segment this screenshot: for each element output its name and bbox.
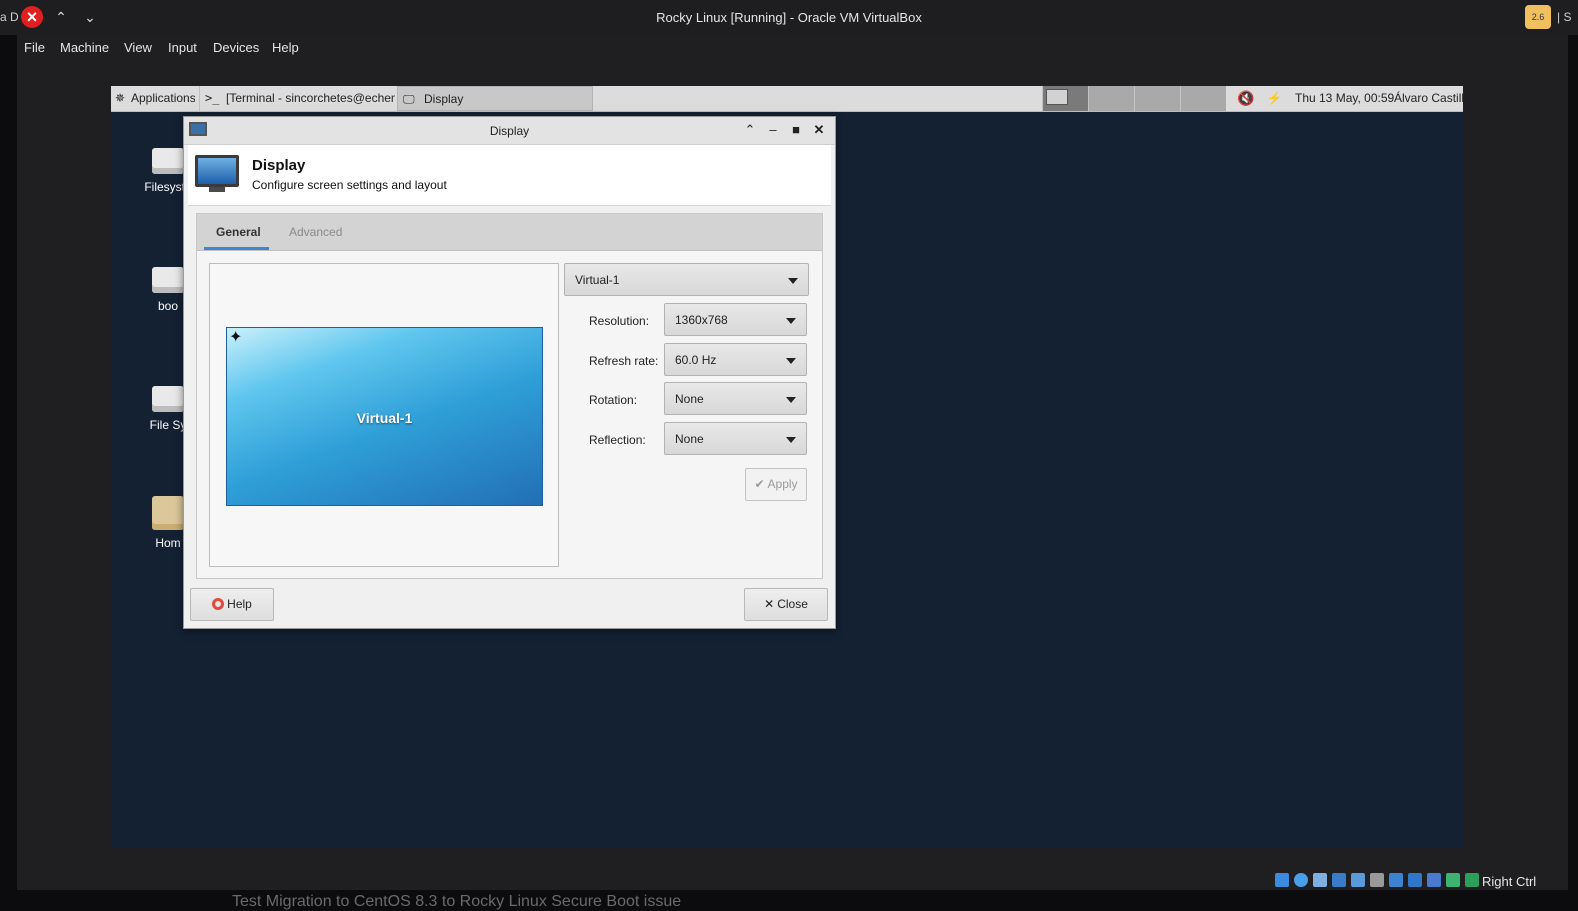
- reflection-label: Reflection:: [589, 433, 646, 447]
- terminal-icon: >_: [205, 91, 220, 105]
- dropdown-arrow-icon: [786, 358, 796, 364]
- output-value: Virtual-1: [575, 273, 620, 287]
- output-select[interactable]: Virtual-1: [564, 263, 809, 296]
- workspace-4[interactable]: [1180, 86, 1226, 111]
- applications-menu-button[interactable]: ✵ Applications: [111, 86, 195, 111]
- virtualization-icon[interactable]: [1427, 873, 1441, 887]
- power-icon[interactable]: ⚡: [1267, 86, 1282, 111]
- host-window-title: Rocky Linux [Running] - Oracle VM Virtua…: [656, 10, 922, 25]
- reflection-select[interactable]: None: [664, 422, 807, 455]
- tab-general[interactable]: General: [216, 225, 261, 239]
- checkmark-icon: ✔: [754, 477, 765, 491]
- display-layout-preview: ✦ Virtual-1: [209, 263, 559, 567]
- dialog-titlebar: Display ⌃ – ■ ✕: [184, 117, 835, 145]
- resolution-select[interactable]: 1360x768: [664, 303, 807, 336]
- optical-drive-icon[interactable]: [1294, 873, 1308, 887]
- rotation-label: Rotation:: [589, 393, 638, 407]
- taskbar-item-label: Display: [424, 92, 464, 106]
- mouse-integration-icon[interactable]: [1446, 873, 1460, 887]
- menu-input[interactable]: Input: [168, 40, 197, 55]
- close-icon: ✕: [764, 597, 775, 611]
- refresh-rate-value: 60.0 Hz: [675, 353, 717, 367]
- usb-icon[interactable]: [1351, 873, 1365, 887]
- resolution-label: Resolution:: [589, 314, 650, 328]
- monitor-icon: 🖵: [403, 92, 415, 106]
- tab-bar: General Advanced: [197, 214, 822, 251]
- guest-panel: ✵ Applications >_ [Terminal - sincorchet…: [111, 86, 1471, 112]
- primary-display-star-icon: ✦: [229, 329, 243, 346]
- header-subtitle: Configure screen settings and layout: [252, 178, 447, 192]
- host-right-clipped-text: | S: [1557, 10, 1572, 24]
- hard-disk-icon[interactable]: [1275, 873, 1289, 887]
- recording-icon[interactable]: [1408, 873, 1422, 887]
- monitor-preview-virtual-1[interactable]: ✦ Virtual-1: [226, 327, 543, 506]
- taskbar-item-terminal[interactable]: >_ [Terminal - sincorchetes@echem...: [199, 86, 395, 111]
- settings-notebook: General Advanced ✦ Virtual-1 Virtual-1 R…: [196, 213, 823, 579]
- clock[interactable]: Thu 13 May, 00:59: [1295, 86, 1394, 111]
- menu-file[interactable]: File: [24, 40, 45, 55]
- display-icon[interactable]: [1389, 873, 1403, 887]
- shade-icon[interactable]: ⌃: [741, 121, 759, 139]
- taskbar-item-display[interactable]: 🖵 Display: [397, 86, 593, 111]
- close-icon[interactable]: ✕: [810, 121, 828, 139]
- refresh-rate-label: Refresh rate:: [589, 354, 659, 368]
- drive-icon: [152, 386, 184, 412]
- window-thumbnail: [1046, 89, 1068, 105]
- drive-icon: [152, 267, 184, 293]
- user-name[interactable]: Álvaro Castillo: [1394, 86, 1471, 111]
- menu-machine[interactable]: Machine: [60, 40, 109, 55]
- maximize-icon[interactable]: ■: [787, 121, 805, 139]
- resolution-value: 1360x768: [675, 313, 728, 327]
- reflection-value: None: [675, 432, 704, 446]
- dropdown-arrow-icon: [788, 278, 798, 284]
- apply-button[interactable]: ✔ Apply: [745, 468, 807, 501]
- help-button[interactable]: Help: [190, 588, 274, 621]
- active-tab-indicator: [204, 247, 269, 250]
- monitor-preview-label: Virtual-1: [356, 410, 413, 426]
- drive-icon: [152, 148, 184, 174]
- shared-folders-icon[interactable]: [1370, 873, 1384, 887]
- taskbar-item-label: [Terminal - sincorchetes@echem...: [226, 91, 395, 105]
- lifebuoy-icon: [212, 598, 225, 610]
- dialog-header: Display Configure screen settings and la…: [188, 145, 831, 206]
- dropdown-arrow-icon: [786, 397, 796, 403]
- host-key-label: Right Ctrl: [1482, 874, 1537, 889]
- dropdown-arrow-icon: [786, 318, 796, 324]
- update-badge-icon[interactable]: 2.6: [1525, 5, 1551, 29]
- refresh-rate-select[interactable]: 60.0 Hz: [664, 343, 807, 376]
- network-icon[interactable]: [1332, 873, 1346, 887]
- menu-help[interactable]: Help: [272, 40, 299, 55]
- monitor-stand: [209, 187, 225, 192]
- help-label: Help: [227, 597, 252, 611]
- workspace-3[interactable]: [1134, 86, 1180, 111]
- dialog-window-title: Display: [489, 124, 530, 138]
- desktop-icon-label: File Sy: [149, 418, 187, 432]
- host-titlebar: a D × ⌃ ⌄ Rocky Linux [Running] - Oracle…: [0, 0, 1578, 35]
- close-button[interactable]: ✕ Close: [744, 588, 828, 621]
- apply-label: Apply: [767, 477, 798, 491]
- tab-advanced[interactable]: Advanced: [289, 225, 342, 239]
- audio-icon[interactable]: [1313, 873, 1327, 887]
- dropdown-arrow-icon: [786, 437, 796, 443]
- home-folder-icon: [152, 496, 184, 530]
- menu-devices[interactable]: Devices: [213, 40, 259, 55]
- workspace-1[interactable]: [1042, 86, 1088, 111]
- volume-muted-icon[interactable]: 🔇: [1237, 86, 1255, 111]
- workspace-2[interactable]: [1088, 86, 1134, 111]
- minimize-icon[interactable]: –: [764, 121, 782, 139]
- display-dialog: Display ⌃ – ■ ✕ Display Configure screen…: [183, 116, 836, 629]
- background-page-text: Test Migration to CentOS 8.3 to Rocky Li…: [232, 893, 682, 910]
- applications-label: Applications: [131, 91, 195, 105]
- mouse-logo-icon: ✵: [115, 91, 126, 105]
- rotation-value: None: [675, 392, 704, 406]
- menu-view[interactable]: View: [124, 40, 152, 55]
- close-label: Close: [777, 597, 808, 611]
- rotation-select[interactable]: None: [664, 382, 807, 415]
- virtualbox-menubar: File Machine View Input Devices Help: [17, 35, 1568, 59]
- keyboard-capture-icon[interactable]: [1465, 873, 1479, 887]
- desktop-icon-label: boo: [157, 299, 179, 313]
- header-title: Display: [252, 157, 306, 174]
- desktop-icon-label: Hom: [155, 536, 181, 550]
- monitor-icon: [195, 155, 239, 187]
